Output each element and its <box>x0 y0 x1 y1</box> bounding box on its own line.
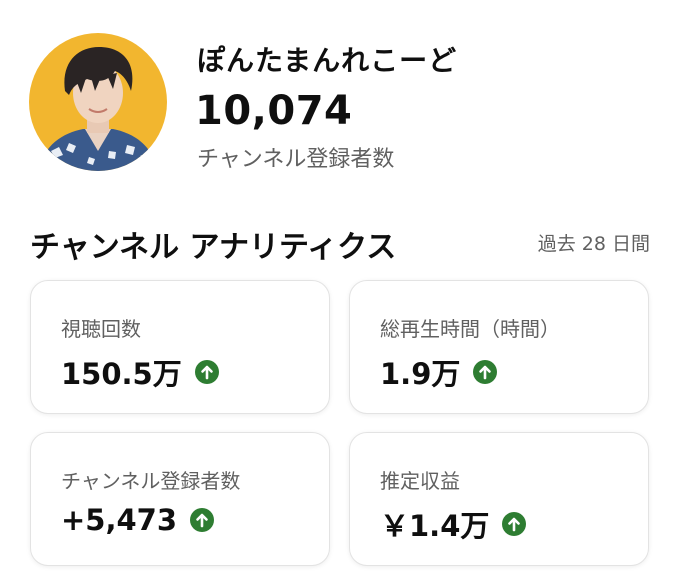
arrow-up-circle-icon <box>501 511 527 537</box>
metric-card-subscribers[interactable]: チャンネル登録者数 +5,473 <box>30 432 330 566</box>
subscriber-label: チャンネル登録者数 <box>197 147 395 172</box>
channel-profile: ぽんたまんれこーど 10,074 チャンネル登録者数 <box>29 33 669 173</box>
metric-value: ￥1.4万 <box>380 509 490 543</box>
metric-label: 視聴回数 <box>61 317 141 341</box>
metric-label: 推定収益 <box>380 469 460 493</box>
metric-label: チャンネル登録者数 <box>61 469 241 493</box>
metric-card-watch-time[interactable]: 総再生時間（時間） 1.9万 <box>349 280 649 414</box>
period-selector[interactable]: 過去 28 日間 <box>538 229 650 256</box>
arrow-up-circle-icon <box>189 507 215 533</box>
metric-value: 1.9万 <box>380 357 461 391</box>
metric-value: 150.5万 <box>61 357 182 391</box>
analytics-page: ぽんたまんれこーど 10,074 チャンネル登録者数 チャンネル アナリティクス… <box>0 0 680 587</box>
channel-avatar[interactable] <box>29 33 167 171</box>
metric-card-views[interactable]: 視聴回数 150.5万 <box>30 280 330 414</box>
metric-value-row: +5,473 <box>61 503 215 537</box>
metric-value-row: ￥1.4万 <box>380 503 527 545</box>
metric-value-row: 1.9万 <box>380 351 498 393</box>
arrow-up-circle-icon <box>472 359 498 385</box>
analytics-title: チャンネル アナリティクス <box>30 230 397 265</box>
subscriber-count: 10,074 <box>195 88 353 134</box>
analytics-header: チャンネル アナリティクス 過去 28 日間 <box>30 222 650 265</box>
metric-label: 総再生時間（時間） <box>380 317 560 341</box>
metric-value: +5,473 <box>61 503 178 537</box>
metric-card-revenue[interactable]: 推定収益 ￥1.4万 <box>349 432 649 566</box>
arrow-up-circle-icon <box>194 359 220 385</box>
channel-name: ぽんたまんれこーど <box>197 44 458 77</box>
metric-value-row: 150.5万 <box>61 351 220 393</box>
